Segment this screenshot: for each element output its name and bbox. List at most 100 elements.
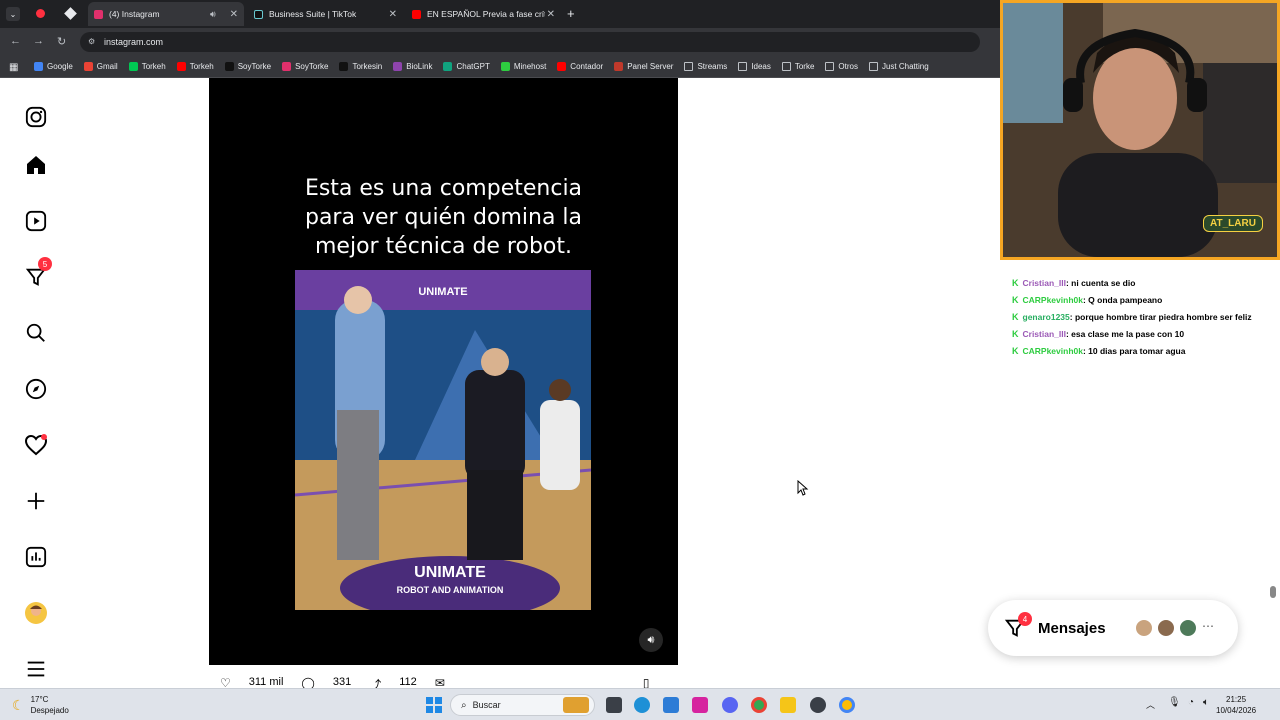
bookmark-item[interactable]: SoyTorke <box>282 62 328 71</box>
tab-youtube[interactable]: EN ESPAÑOL Previa a fase crític ✕ <box>406 2 561 26</box>
bookmark-label: SoyTorke <box>237 62 272 71</box>
messages-button[interactable]: 4 Mensajes ⋯ <box>988 600 1238 656</box>
bookmark-item[interactable]: SoyTorke <box>224 62 272 71</box>
chat-badge-icon: K <box>1012 312 1019 322</box>
chat-badge-icon: K <box>1012 346 1019 356</box>
chrome-icon[interactable] <box>751 697 767 713</box>
tray-chevron-icon[interactable]: ︿ <box>1146 698 1155 711</box>
bookmark-item[interactable]: ChatGPT <box>443 62 490 71</box>
bookmark-favicon-icon <box>393 62 403 71</box>
app-icon[interactable] <box>810 697 826 713</box>
messages-label: Mensajes <box>1038 619 1106 637</box>
task-view-icon[interactable] <box>606 697 622 713</box>
chat-username[interactable]: Cristian_III <box>1023 329 1066 339</box>
tab-tiktok[interactable]: Business Suite | TikTok ✕ <box>248 2 403 26</box>
avatar <box>1156 618 1176 638</box>
webcam-overlay: AT_LARU <box>1000 0 1280 260</box>
taskbar-search[interactable]: ⌕ Buscar <box>450 694 595 716</box>
insights-icon[interactable] <box>22 543 50 571</box>
scrollbar-thumb[interactable] <box>1270 586 1276 598</box>
back-icon[interactable]: ← <box>10 35 21 47</box>
chat-badge-icon: K <box>1012 295 1019 305</box>
search-highlight-icon <box>563 697 589 713</box>
new-tab-button[interactable]: + <box>567 6 575 21</box>
bookmark-item[interactable]: Torke <box>781 62 814 71</box>
chat-username[interactable]: CARPkevinh0k <box>1023 295 1083 305</box>
bookmark-item[interactable]: Contador <box>557 62 603 71</box>
close-tab-icon[interactable]: ✕ <box>547 9 555 20</box>
more-icon[interactable]: ⋯ <box>1202 619 1214 633</box>
chat-badge-icon: K <box>1012 278 1019 288</box>
bookmark-item[interactable]: Just Chatting <box>868 62 929 71</box>
search-icon: ⌕ <box>461 699 467 711</box>
weather-widget[interactable]: ☾ 17°C Despejado <box>12 694 69 716</box>
clock[interactable]: 21:25 10/04/2026 <box>1216 694 1256 716</box>
explore-compass-icon[interactable] <box>22 375 50 403</box>
file-explorer-icon[interactable] <box>780 697 796 713</box>
tab-instagram[interactable]: (4) Instagram 🔊︎ ✕ <box>88 2 244 26</box>
bookmark-label: Torkeh <box>141 62 166 71</box>
store-icon[interactable] <box>663 697 679 713</box>
menu-hamburger-icon[interactable] <box>22 655 50 683</box>
create-plus-icon[interactable] <box>22 487 50 515</box>
messages-badge: 4 <box>1018 612 1032 626</box>
chat-text: : esa clase me la pase con 10 <box>1065 329 1185 339</box>
forward-icon[interactable]: → <box>33 35 44 47</box>
instagram-logo-icon[interactable] <box>22 103 50 131</box>
microphone-icon[interactable]: 🎙︎ <box>1168 697 1181 708</box>
start-windows-icon[interactable] <box>426 697 442 713</box>
tab-search-dropdown-icon[interactable]: ⌄ <box>6 7 20 21</box>
youtube-favicon-icon <box>412 9 421 19</box>
address-bar-row: ← → ↻ ⚙ instagram.com <box>0 28 1000 56</box>
bookmark-favicon-icon <box>176 62 186 71</box>
bookmark-item[interactable]: Panel Server <box>614 62 673 71</box>
chat-username[interactable]: genaro1235 <box>1023 312 1070 322</box>
search-icon[interactable] <box>22 319 50 347</box>
bookmark-item[interactable]: Streams <box>684 62 727 71</box>
home-icon[interactable] <box>22 151 50 179</box>
pinned-tab-icon[interactable] <box>64 7 77 20</box>
bookmark-label: Torkesin <box>352 62 383 71</box>
bookmark-item[interactable]: BioLink <box>393 62 432 71</box>
profile-avatar[interactable] <box>22 599 50 627</box>
chrome-active-icon[interactable] <box>839 697 855 713</box>
notifications-badge: 5 <box>38 257 52 271</box>
bookmark-item[interactable]: Gmail <box>83 62 118 71</box>
apps-grid-icon[interactable]: ▦ <box>9 62 18 73</box>
close-tab-icon[interactable]: ✕ <box>230 9 238 20</box>
volume-icon[interactable]: 🔊︎ <box>639 628 663 652</box>
moon-icon: ☾ <box>12 696 25 713</box>
close-tab-icon[interactable]: ✕ <box>389 9 397 20</box>
bookmark-item[interactable]: Ideas <box>738 62 771 71</box>
reel-video[interactable]: UNIMATE UNIMATE ROBOT AND ANIMATION <box>295 270 591 610</box>
bookmark-item[interactable]: Torkeh <box>176 62 214 71</box>
pinned-tab-youtube-icon[interactable] <box>36 9 45 18</box>
site-info-icon[interactable]: ⚙ <box>88 37 98 47</box>
bookmark-item[interactable]: Otros <box>825 62 858 71</box>
chat-message: K CARPkevinh0k: Q onda pampeano <box>1012 295 1162 305</box>
bookmark-favicon-icon <box>128 62 138 71</box>
speaker-icon[interactable]: 🔊︎ <box>210 9 216 20</box>
chat-username[interactable]: Cristian_III <box>1023 278 1066 288</box>
bookmark-favicon-icon <box>224 62 234 71</box>
heart-icon[interactable] <box>22 431 50 459</box>
instagram-app-icon[interactable] <box>692 697 708 713</box>
folder-icon <box>868 62 878 71</box>
reel-post[interactable]: Esta es una competencia para ver quién d… <box>209 78 678 665</box>
discord-icon[interactable] <box>722 697 738 713</box>
notifications-filter-icon[interactable]: 5 <box>22 257 52 291</box>
speaker-icon[interactable]: 🔈︎ <box>1203 697 1209 708</box>
avatar <box>1134 618 1154 638</box>
bookmark-label: Streams <box>697 62 728 71</box>
bookmark-item[interactable]: Google <box>34 62 73 71</box>
url-field[interactable]: ⚙ instagram.com <box>80 32 980 52</box>
chat-username[interactable]: CARPkevinh0k <box>1023 346 1083 356</box>
wifi-icon[interactable]: ◔ <box>1188 697 1194 708</box>
reels-icon[interactable] <box>22 207 50 235</box>
bookmark-item[interactable]: Minehost <box>500 62 546 71</box>
chat-text: : porque hombre tirar piedra hombre ser … <box>1069 312 1252 322</box>
reload-icon[interactable]: ↻ <box>57 35 66 48</box>
edge-icon[interactable] <box>634 697 650 713</box>
bookmark-item[interactable]: Torkeh <box>128 62 166 71</box>
bookmark-item[interactable]: Torkesin <box>339 62 382 71</box>
